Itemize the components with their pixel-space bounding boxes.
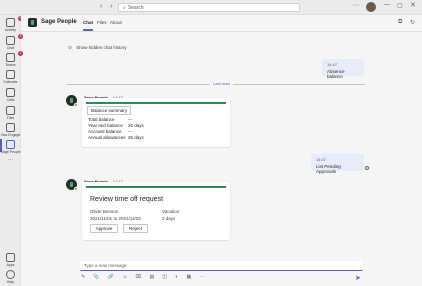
last-read-label: Last read <box>210 81 233 86</box>
message-input[interactable]: Type a new message <box>80 261 363 271</box>
compose-toolbar[interactable]: ✎ 📎 🔗 ☺ ⌧ ▤ ◫ ◐ ▦ ⋯ <box>81 274 208 280</box>
tab-active-indicator <box>83 29 93 31</box>
fact-label: Total balance <box>88 117 115 122</box>
send-icon[interactable]: ➤ <box>355 274 361 282</box>
search-input[interactable]: ⌕ Search <box>118 3 300 12</box>
rail-item-calls[interactable]: Calls <box>0 88 21 102</box>
bot-message-avatar <box>66 95 78 107</box>
employee-name: Oliver Benson <box>90 209 119 214</box>
pop-out-icon[interactable]: ⧉ <box>398 19 402 26</box>
request-type: Vacation <box>162 209 180 214</box>
fact-value: --- <box>128 117 133 122</box>
fact-value: 25 days <box>128 135 144 140</box>
rail-item-calendar[interactable]: Calendar <box>0 70 21 84</box>
rail-item-help[interactable]: Help <box>0 270 21 284</box>
fact-label: Accrued balance <box>88 129 122 134</box>
reject-button[interactable]: Reject <box>123 224 148 233</box>
sage-people-icon <box>6 140 15 149</box>
title-bar: ‹ › ⌕ Search ··· — ▢ ✕ <box>0 0 422 15</box>
presence-indicator <box>74 187 78 191</box>
request-duration: 3 days <box>162 216 176 221</box>
chat-header: Sage People Chat Files About ⧉ ↻ <box>21 15 422 32</box>
bot-message-avatar <box>66 179 78 191</box>
show-hidden-history[interactable]: ⊙ Show hidden chat history <box>68 45 126 51</box>
teams-badge: 1 <box>18 51 23 56</box>
fact-value: 20 days <box>128 123 144 128</box>
balance-summary-card: Balance summary Total balance --- Year e… <box>82 98 230 147</box>
card-accent-bar <box>86 186 226 188</box>
card-title: Review time off request <box>90 196 164 203</box>
seen-icon <box>365 166 369 170</box>
minimize-icon[interactable]: — <box>384 2 390 8</box>
message-text: Absence balance <box>327 69 345 79</box>
request-dates: 2021/11/01 to 2021/11/03 <box>90 216 141 221</box>
refresh-icon[interactable]: ↻ <box>410 19 415 26</box>
bell-icon: 99 <box>6 16 25 27</box>
bot-avatar <box>28 18 37 27</box>
history-icon: ⊙ <box>68 45 73 51</box>
fact-label: Annual allowances <box>88 135 126 140</box>
card-accent-bar <box>86 102 226 104</box>
close-icon[interactable]: ✕ <box>410 1 416 9</box>
app-rail: 99 Activity 3 Chat 1 Teams Calendar Call… <box>0 15 25 286</box>
my-message: 14:47 List Pending Approvals <box>311 154 364 174</box>
teams-icon: 1 <box>6 51 23 62</box>
my-message: 14:47 Absence balance <box>322 59 364 79</box>
presence-indicator <box>74 103 78 107</box>
fact-value: --- <box>128 129 133 134</box>
rail-item-chat[interactable]: 3 Chat <box>0 34 23 50</box>
apps-icon <box>6 253 15 262</box>
card-title: Balance summary <box>87 106 132 115</box>
rail-item-files[interactable]: Files <box>0 106 21 120</box>
phone-icon <box>6 88 15 97</box>
back-forward-icon[interactable]: ‹ › <box>100 3 116 10</box>
message-time: 14:47 <box>316 157 327 162</box>
message-text: List Pending Approvals <box>316 164 341 174</box>
message-time: 14:47 <box>327 62 338 67</box>
maximize-icon[interactable]: ▢ <box>397 2 403 9</box>
tab-about[interactable]: About <box>110 20 122 25</box>
tab-chat[interactable]: Chat <box>83 20 93 25</box>
chat-title: Sage People <box>41 19 77 25</box>
user-avatar[interactable] <box>366 2 376 12</box>
tab-files[interactable]: Files <box>97 20 107 25</box>
fact-label: Year end balance <box>88 123 123 128</box>
calendar-icon <box>6 70 15 79</box>
rail-more-icon[interactable]: ··· <box>0 157 21 163</box>
help-icon <box>6 270 15 279</box>
rail-item-activity[interactable]: 99 Activity <box>0 16 25 32</box>
message-placeholder: Type a new message <box>84 263 127 268</box>
rail-item-viva-engage[interactable]: Viva Engage <box>0 123 21 137</box>
rail-item-sage-people[interactable]: Sage People <box>0 140 21 154</box>
file-icon <box>6 106 15 115</box>
chat-badge: 3 <box>18 34 23 39</box>
search-icon: ⌕ <box>123 5 126 11</box>
rail-item-teams[interactable]: 1 Teams <box>0 51 23 67</box>
rail-item-apps[interactable]: Apps <box>0 253 21 267</box>
time-off-request-card: Review time off request Oliver Benson 20… <box>82 182 230 240</box>
chat-icon: 3 <box>6 34 23 45</box>
more-icon[interactable]: ··· <box>352 2 359 9</box>
engage-icon <box>6 123 15 132</box>
approve-button[interactable]: Approve <box>90 224 118 233</box>
